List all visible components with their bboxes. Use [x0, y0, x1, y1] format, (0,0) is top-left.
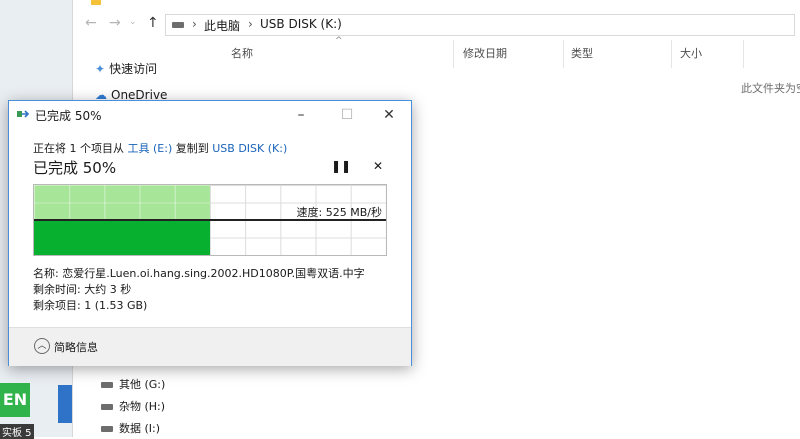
nav-drive-label: 杂物 (H:): [119, 400, 166, 413]
maximize-button: ☐: [340, 107, 354, 123]
nav-quick-access-label: 快速访问: [109, 62, 158, 76]
desktop-shortcut-icon[interactable]: [58, 385, 72, 423]
nav-drive-label: 数据 (I:): [119, 422, 161, 435]
drive-icon: [101, 404, 113, 410]
column-divider[interactable]: [743, 40, 744, 68]
back-arrow-icon[interactable]: ←: [85, 15, 97, 31]
transfer-speed-graph: 速度: 525 MB/秒: [33, 184, 387, 256]
destination-link[interactable]: USB DISK (K:): [212, 142, 287, 155]
breadcrumb-this-pc[interactable]: 此电脑: [204, 17, 240, 34]
breadcrumb-chevron-icon: ›: [248, 17, 253, 31]
dialog-title: 已完成 50%: [35, 109, 102, 123]
breadcrumb-chevron-icon: ›: [192, 17, 197, 31]
desktop-app-icon[interactable]: EN: [0, 383, 30, 417]
address-bar[interactable]: › 此电脑 › USB DISK (K:): [165, 14, 795, 36]
progress-fill-grid: [34, 185, 210, 219]
close-button[interactable]: ✕: [373, 105, 405, 125]
cancel-button[interactable]: ✕: [373, 159, 383, 173]
items-remaining-line: 剩余项目: 1 (1.53 GB): [33, 299, 148, 312]
column-header-modified[interactable]: 修改日期: [463, 40, 507, 68]
explorer-navbar: ← → ⌄ ↑ › 此电脑 › USB DISK (K:): [73, 10, 800, 38]
up-arrow-icon[interactable]: ↑: [147, 15, 159, 31]
sort-caret-icon: ^: [335, 36, 343, 46]
dialog-title-bar[interactable]: 已完成 50% – ☐ ✕: [9, 101, 411, 129]
drive-icon: [172, 22, 184, 28]
nav-quick-access[interactable]: ✦ 快速访问: [95, 60, 157, 77]
drive-icon: [101, 426, 113, 432]
chevron-up-icon[interactable]: ︿: [34, 338, 50, 354]
column-header-type[interactable]: 类型: [571, 40, 593, 68]
file-name-line: 名称: 恋爱行星.Luen.oi.hang.sing.2002.HD1080P.…: [33, 267, 365, 280]
copy-progress-dialog: 已完成 50% – ☐ ✕ 正在将 1 个项目从 工具 (E:) 复制到 USB…: [8, 100, 412, 366]
column-header-size[interactable]: 大小: [680, 40, 702, 68]
column-divider[interactable]: [453, 40, 454, 68]
minimize-button[interactable]: –: [285, 105, 317, 125]
pause-button[interactable]: ❚❚: [331, 159, 351, 173]
progress-percent-label: 已完成 50%: [33, 159, 117, 177]
breadcrumb-usb-disk[interactable]: USB DISK (K:): [260, 17, 342, 31]
copy-icon: [17, 110, 29, 118]
pin-icon: ✦: [95, 62, 106, 76]
nav-drive-h[interactable]: 杂物 (H:): [101, 398, 165, 414]
forward-arrow-icon[interactable]: →: [109, 15, 121, 31]
speed-label: 速度: 525 MB/秒: [296, 206, 382, 219]
copy-description: 正在将 1 个项目从 工具 (E:) 复制到 USB DISK (K:): [33, 140, 287, 156]
column-divider[interactable]: [563, 40, 564, 68]
drive-icon: [101, 382, 113, 388]
nav-drive-i[interactable]: 数据 (I:): [101, 420, 160, 436]
copy-mid-text: 复制到: [175, 142, 209, 155]
nav-drive-g[interactable]: 其他 (G:): [101, 376, 165, 392]
folder-icon: [91, 0, 101, 5]
column-divider[interactable]: [671, 40, 672, 68]
progress-fill-dark: [34, 221, 210, 255]
fewer-details-toggle[interactable]: 简略信息: [54, 339, 98, 355]
explorer-title-strip: [73, 0, 800, 10]
dialog-footer: ︿ 简略信息: [9, 327, 411, 366]
recent-dropdown-icon[interactable]: ⌄: [129, 17, 137, 27]
column-header-name[interactable]: 名称: [231, 40, 253, 68]
nav-drive-label: 其他 (G:): [119, 378, 166, 391]
empty-folder-message: 此文件夹为空: [741, 82, 800, 95]
copy-prefix-text: 正在将 1 个项目从: [33, 142, 124, 155]
time-remaining-line: 剩余时间: 大约 3 秒: [33, 283, 132, 296]
source-link[interactable]: 工具 (E:): [128, 142, 173, 155]
